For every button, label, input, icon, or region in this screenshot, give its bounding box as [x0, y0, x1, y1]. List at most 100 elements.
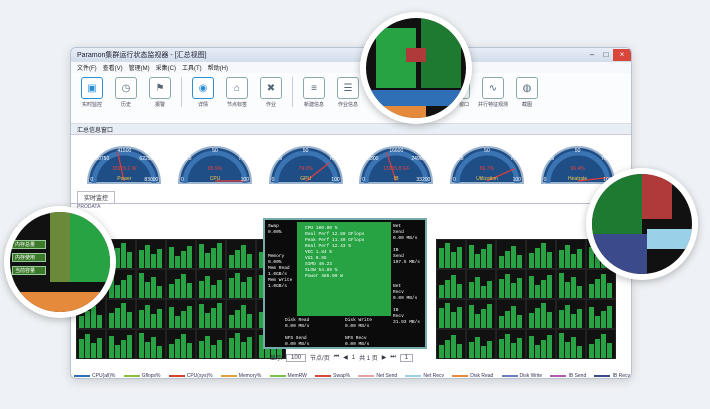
- node-bar: [541, 340, 546, 358]
- toolbar-button-2[interactable]: ⚑ 报警: [145, 77, 175, 108]
- legend-item: Net Send: [358, 373, 397, 379]
- node-cell[interactable]: [496, 299, 526, 329]
- node-bar: [85, 334, 90, 358]
- menu-item-5[interactable]: 帮助(H): [208, 63, 228, 72]
- node-bar: [535, 308, 540, 328]
- node-cell[interactable]: [556, 329, 586, 359]
- node-cell[interactable]: [226, 239, 256, 269]
- node-cell[interactable]: [466, 269, 496, 299]
- node-cell[interactable]: [196, 329, 226, 359]
- toolbar-button-3[interactable]: ◉ 详情: [188, 77, 218, 108]
- toolbar-button-11[interactable]: ∿ 并行特征观测: [478, 77, 508, 108]
- node-cell[interactable]: [166, 239, 196, 269]
- menu-item-1[interactable]: 查看(V): [103, 63, 123, 72]
- tab-realtime[interactable]: 实时监控: [77, 191, 116, 203]
- minimize-button[interactable]: –: [585, 49, 599, 61]
- node-bar: [187, 283, 192, 298]
- node-bar: [457, 247, 462, 268]
- node-cell[interactable]: [106, 329, 136, 359]
- toolbar-button-5[interactable]: ✖ 作业: [256, 77, 286, 108]
- toolbar-button-6[interactable]: ≡ 新建信息: [299, 77, 329, 108]
- node-cell[interactable]: [196, 239, 226, 269]
- gauge-top-label: 50: [574, 148, 581, 154]
- page-size-select[interactable]: 100: [286, 353, 307, 362]
- node-cell[interactable]: [196, 299, 226, 329]
- toolbar-button-label: 截图: [521, 102, 532, 108]
- node-cell[interactable]: [166, 299, 196, 329]
- node-bar: [241, 305, 246, 328]
- node-cell[interactable]: [106, 299, 136, 329]
- maximize-button[interactable]: □: [599, 49, 613, 61]
- node-cell[interactable]: [586, 299, 616, 329]
- toolbar-button-12[interactable]: ◍ 截图: [512, 77, 542, 108]
- node-bar: [235, 310, 240, 328]
- node-bar: [247, 277, 252, 298]
- node-cell[interactable]: [436, 239, 466, 269]
- data-label: PRODATA: [77, 204, 101, 210]
- node-bar: [211, 345, 216, 358]
- toolbar-button-4[interactable]: ⌂ 节点标签: [222, 77, 252, 108]
- node-detail-popup: Swap 0.00% Memory 0.00% Mem Read 1.0GB/s…: [263, 218, 427, 349]
- node-cell[interactable]: [136, 329, 166, 359]
- node-cell[interactable]: [136, 269, 166, 299]
- node-bar: [571, 314, 576, 328]
- node-bar: [229, 278, 234, 298]
- node-cell[interactable]: [166, 269, 196, 299]
- gauge-top-label: 41500: [117, 148, 132, 154]
- node-cell[interactable]: [166, 329, 196, 359]
- node-bar: [529, 313, 534, 328]
- node-cell[interactable]: [226, 269, 256, 299]
- node-cell[interactable]: [526, 329, 556, 359]
- last-page-button[interactable]: ⏭: [390, 354, 395, 361]
- node-cell[interactable]: [226, 329, 256, 359]
- node-cell[interactable]: [136, 299, 166, 329]
- prev-page-button[interactable]: ◀: [343, 354, 348, 361]
- node-cell[interactable]: [466, 329, 496, 359]
- toolbar-button-7[interactable]: ☰ 作业信息: [333, 77, 363, 108]
- close-button[interactable]: ×: [613, 49, 631, 61]
- node-cell[interactable]: [226, 299, 256, 329]
- gauge-value: 13255.8 GF: [383, 166, 410, 172]
- node-cell[interactable]: [196, 269, 226, 299]
- node-cell[interactable]: [466, 299, 496, 329]
- legend-item: IB Send: [550, 373, 586, 379]
- node-bar: [199, 341, 204, 358]
- node-bar: [139, 333, 144, 358]
- node-cell[interactable]: [526, 299, 556, 329]
- node-cell[interactable]: [436, 269, 466, 299]
- legend-swatch: [168, 375, 185, 377]
- node-cell[interactable]: [466, 239, 496, 269]
- page-jump-select[interactable]: 1: [399, 353, 414, 362]
- node-cell[interactable]: [76, 329, 106, 359]
- menu-item-0[interactable]: 文件(F): [77, 63, 97, 72]
- alarm-icon: ⚑: [149, 77, 171, 99]
- node-cell[interactable]: [526, 269, 556, 299]
- node-cell[interactable]: [436, 329, 466, 359]
- node-cell[interactable]: [556, 299, 586, 329]
- node-bar: [445, 303, 450, 328]
- node-cell[interactable]: [556, 239, 586, 269]
- next-page-button[interactable]: ▶: [382, 354, 387, 361]
- node-cell[interactable]: [136, 239, 166, 269]
- node-bar: [547, 275, 552, 298]
- node-cell[interactable]: [496, 329, 526, 359]
- node-bar: [595, 279, 600, 298]
- menu-item-4[interactable]: 工具(T): [182, 63, 202, 72]
- toolbar-button-1[interactable]: ◷ 历史: [111, 77, 141, 108]
- toolbar-button-label: 实时监控: [81, 102, 102, 108]
- gauge-mid-right: 62250: [139, 156, 154, 162]
- node-cell[interactable]: [496, 269, 526, 299]
- gauge-value: 86.7%: [479, 166, 495, 172]
- node-cell[interactable]: [496, 239, 526, 269]
- menu-item-2[interactable]: 管理(M): [129, 63, 150, 72]
- toolbar-button-0[interactable]: ▣ 实时监控: [77, 77, 107, 108]
- node-cell[interactable]: [526, 239, 556, 269]
- node-cell[interactable]: [586, 329, 616, 359]
- first-page-button[interactable]: ⏮: [334, 354, 339, 361]
- node-cell[interactable]: [556, 269, 586, 299]
- zoom-circle-left: 内存总量 内存使用 当前容量: [4, 206, 116, 318]
- popup-bottom-left: Disk Read 0.00 MB/s NFS Send 0.00 MB/s: [285, 318, 310, 347]
- menu-item-3[interactable]: 采集(C): [156, 63, 176, 72]
- node-bar: [577, 346, 582, 358]
- node-cell[interactable]: [436, 299, 466, 329]
